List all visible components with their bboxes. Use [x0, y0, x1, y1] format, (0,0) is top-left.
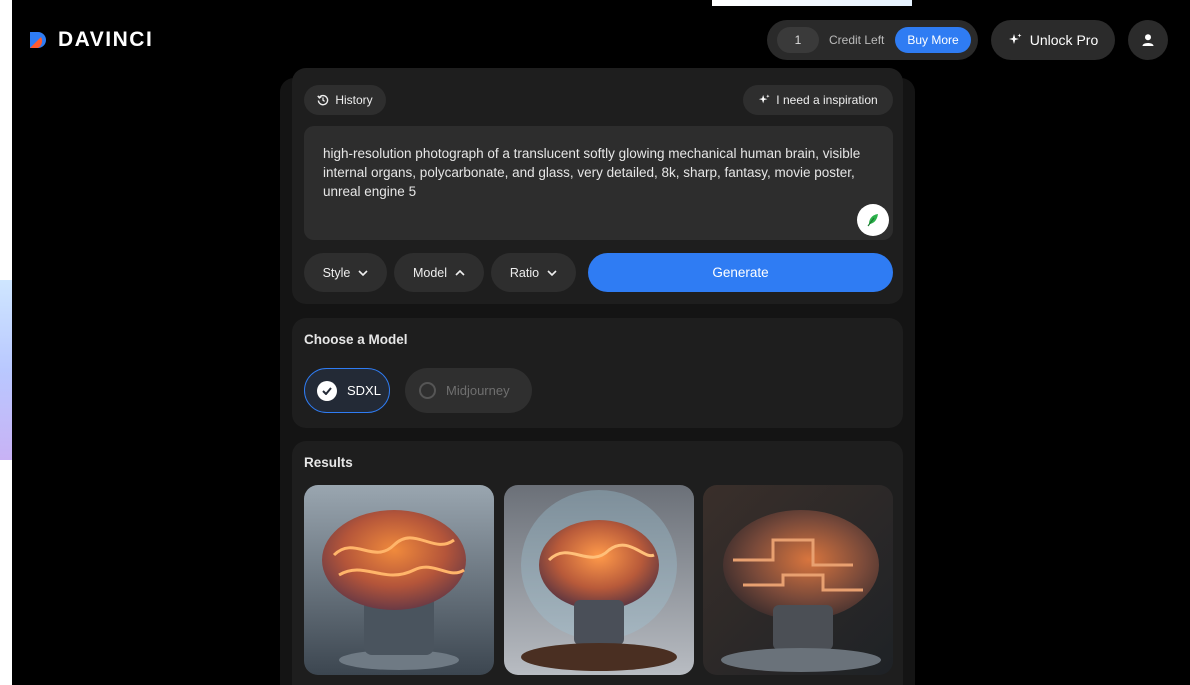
background-glow: [712, 0, 912, 6]
prompt-textarea[interactable]: high-resolution photograph of a transluc…: [304, 126, 893, 240]
app-window: DAVINCI 1 Credit Left Buy More Unlock Pr…: [12, 0, 1190, 685]
credits-count: 1: [777, 27, 819, 53]
history-icon: [317, 94, 329, 106]
model-label: Model: [412, 265, 448, 280]
results-title: Results: [304, 455, 353, 470]
chevron-up-icon: [455, 269, 465, 276]
model-option-label: SDXL: [347, 383, 381, 398]
user-icon: [1142, 34, 1154, 46]
chevron-down-icon: [358, 269, 368, 276]
sparkle-icon: [1008, 33, 1022, 44]
sparkle-icon: [759, 94, 770, 104]
generate-button[interactable]: Generate: [588, 253, 893, 292]
history-label: History: [335, 93, 373, 107]
chevron-down-icon: [547, 269, 557, 276]
unlock-pro-label: Unlock Pro: [1029, 32, 1099, 48]
style-label: Style: [322, 265, 351, 280]
user-avatar-button[interactable]: [1128, 20, 1168, 60]
ratio-dropdown[interactable]: Ratio: [491, 253, 576, 292]
brand-logo[interactable]: DAVINCI: [28, 26, 153, 54]
brain-dome-image: [504, 485, 694, 675]
result-image-2[interactable]: [504, 485, 694, 675]
check-icon: [317, 380, 337, 401]
style-dropdown[interactable]: Style: [304, 253, 387, 292]
buy-more-button[interactable]: Buy More: [895, 27, 971, 53]
generator-panel: History I need a inspiration high-resolu…: [280, 68, 915, 685]
result-image-3[interactable]: [703, 485, 893, 675]
history-button[interactable]: History: [304, 85, 386, 115]
model-option-label: Midjourney: [446, 383, 510, 398]
feather-icon: [867, 214, 878, 227]
enhance-prompt-button[interactable]: [857, 204, 889, 236]
inspiration-button[interactable]: I need a inspiration: [743, 85, 893, 115]
brain-mechanical-image: [703, 485, 893, 675]
ratio-label: Ratio: [509, 265, 540, 280]
credits-label: Credit Left: [829, 33, 885, 47]
model-card-title: Choose a Model: [304, 332, 408, 347]
prompt-card: History I need a inspiration high-resolu…: [292, 68, 903, 304]
model-card: Choose a Model SDXL Midjourney: [292, 318, 903, 428]
results-card: Results: [292, 441, 903, 685]
radio-empty-icon: [419, 382, 436, 399]
brain-image: [304, 485, 494, 675]
model-option-sdxl[interactable]: SDXL: [304, 368, 390, 413]
logo-mark-icon: [30, 32, 46, 48]
model-option-midjourney[interactable]: Midjourney: [405, 368, 532, 413]
prompt-text: high-resolution photograph of a transluc…: [323, 146, 861, 199]
inspiration-label: I need a inspiration: [776, 93, 878, 107]
brand-name: DAVINCI: [58, 28, 154, 51]
unlock-pro-button[interactable]: Unlock Pro: [991, 20, 1115, 60]
model-dropdown[interactable]: Model: [394, 253, 484, 292]
result-image-1[interactable]: [304, 485, 494, 675]
credits-widget: 1 Credit Left Buy More: [767, 20, 978, 60]
